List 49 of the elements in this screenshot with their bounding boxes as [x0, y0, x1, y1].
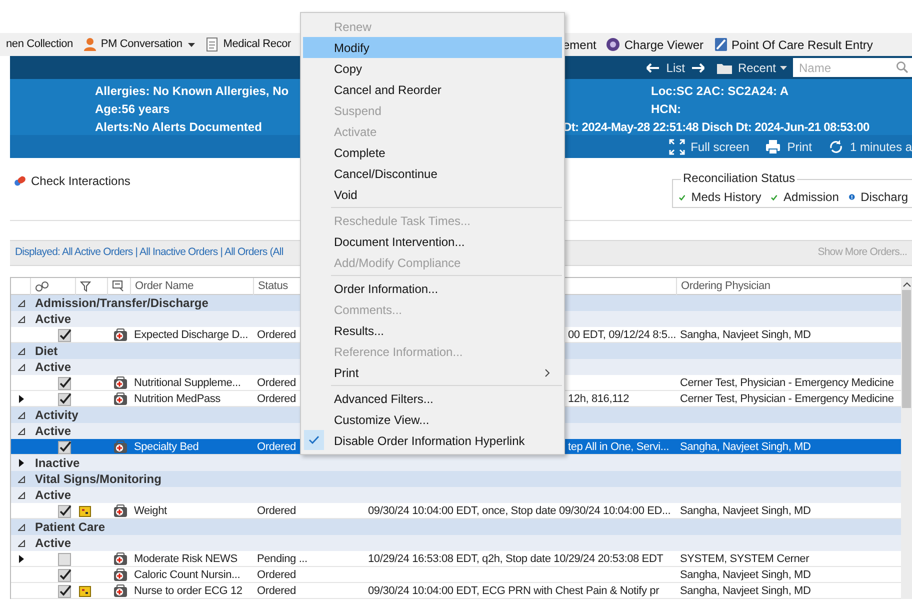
group-label: Active	[35, 535, 72, 552]
patient-info-text: Allergies: No Known Allergies, No	[95, 83, 289, 100]
physician-cell-text: Sangha, Navjeet Singh, MD	[679, 328, 812, 343]
status-label: Discharg	[860, 189, 908, 206]
status-label: Meds History	[691, 189, 762, 206]
status-cell-text: Ordered	[257, 376, 296, 391]
order-name-cell-text: Specialty Bed	[133, 440, 200, 455]
status-cell-text: Ordered	[257, 504, 296, 519]
group-label: Patient Care	[35, 519, 106, 536]
group-label: Active	[35, 487, 72, 504]
patient-info-text: Alerts:No Alerts Documented	[95, 119, 262, 136]
status-cell-text: Pending ...	[257, 552, 308, 567]
patient-info-text: HCN:	[650, 101, 682, 118]
group-label: Diet	[35, 343, 58, 360]
order-name-cell-text: Nurse to order ECG 12	[133, 584, 244, 599]
physician-cell-text: Sangha, Navjeet Singh, MD	[679, 584, 812, 599]
physician-cell-text: Cerner Test, Physician - Emergency Medicine	[679, 376, 895, 391]
order-details-cell-text: 09/30/24 10:04:00 EDT, ECG PRN with Chest Pain & Notify pr	[368, 584, 660, 599]
group-label: Active	[35, 359, 72, 376]
group-label: Admission/Transfer/Discharge	[35, 295, 208, 312]
physician-cell-text: Sangha, Navjeet Singh, MD	[679, 504, 812, 519]
order-name-cell-text: Nutritional Suppleme...	[133, 376, 242, 391]
order-details-cell-text: tep All in One, Servi...	[568, 440, 669, 455]
physician-cell-text: SYSTEM, SYSTEM Cerner	[679, 552, 810, 567]
physician-cell-text: Sangha, Navjeet Singh, MD	[679, 440, 812, 455]
order-name-cell-text: Weight	[133, 504, 168, 519]
status-cell-text: Ordered	[257, 584, 296, 599]
order-name-cell-text: Moderate Risk NEWS	[133, 552, 238, 567]
group-label: Inactive	[35, 455, 80, 472]
status-label: Admission	[784, 189, 839, 206]
status-cell-text: Ordered	[257, 568, 296, 583]
patient-info-text: Age:56 years	[95, 101, 170, 118]
status-cell-text: Ordered	[257, 440, 296, 455]
order-name-cell-text: Nutrition MedPass	[133, 392, 222, 407]
status-cell-text: Ordered	[257, 328, 296, 343]
group-label: Activity	[35, 407, 78, 424]
patient-info-text: Loc:SC 2AC: SC2A24: A	[650, 83, 790, 100]
order-details-cell-text: 09/30/24 10:04:00 EDT, once, Stop date 09/30/24 10:04:00 ED...	[368, 504, 671, 519]
status-cell-text: Ordered	[257, 392, 296, 407]
order-name-cell-text: Caloric Count Nursin...	[133, 568, 242, 583]
physician-cell-text: Cerner Test, Physician - Emergency Medicine	[679, 392, 895, 407]
group-label: Active	[35, 423, 72, 440]
order-details-cell-text: 12h, 816,112	[568, 392, 630, 407]
order-details-cell-text: 10/29/24 16:53:08 EDT, q2h, Stop date 10/29/24 20:53:08 EDT	[368, 552, 664, 567]
group-label: Vital Signs/Monitoring	[35, 471, 162, 488]
order-details-cell-text: 00 EDT, 09/12/24 8:5...	[568, 328, 676, 343]
order-name-cell-text: Expected Discharge D...	[133, 328, 250, 343]
group-label: Active	[35, 311, 72, 328]
physician-cell-text: Sangha, Navjeet Singh, MD	[679, 568, 812, 583]
